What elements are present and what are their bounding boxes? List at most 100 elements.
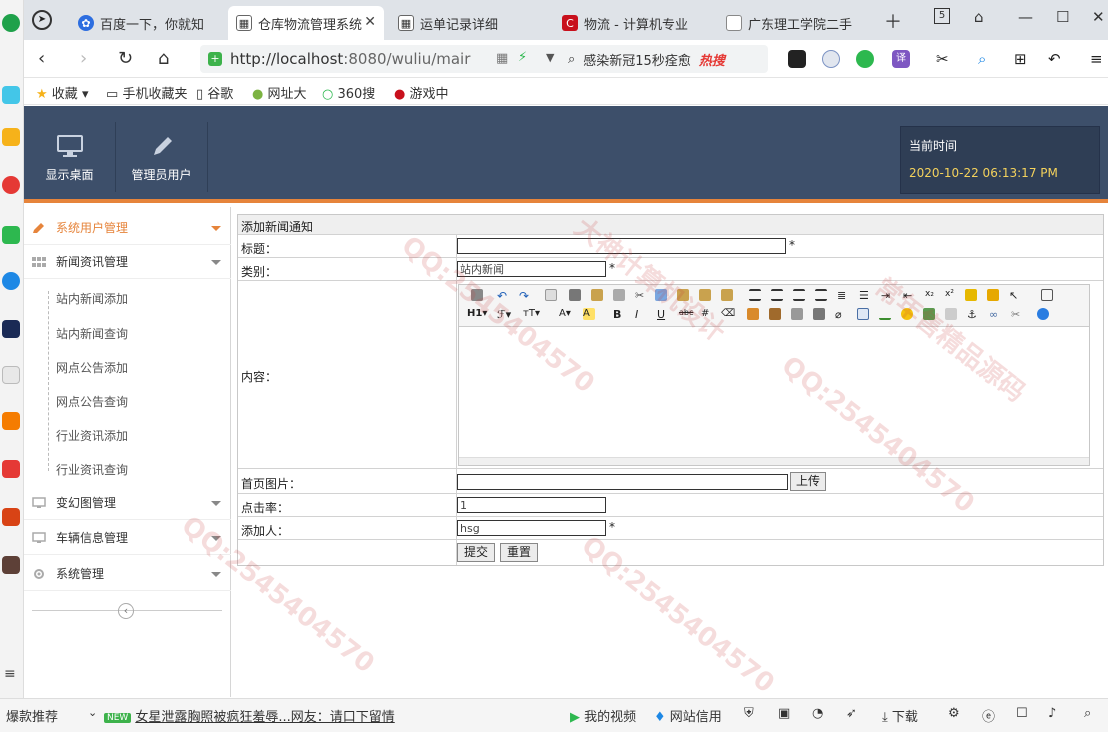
format-painter-icon[interactable]: [987, 289, 999, 301]
close-icon[interactable]: ✕: [364, 14, 376, 30]
menu-group-system-users[interactable]: 系统用户管理: [24, 211, 231, 245]
author-input[interactable]: [457, 520, 606, 536]
tab-baidu[interactable]: ✿ 百度一下，你就知: [70, 6, 222, 40]
editor-content-area[interactable]: [459, 328, 1089, 457]
site-credit-link[interactable]: ♦ 网站信用: [654, 706, 722, 725]
paste-text-icon[interactable]: [699, 289, 711, 301]
submenu-news-add[interactable]: 站内新闻添加: [56, 290, 128, 307]
show-desktop-button[interactable]: 显示桌面: [24, 122, 116, 192]
extension-icon[interactable]: [856, 50, 874, 68]
source-icon[interactable]: [471, 289, 483, 301]
help-icon[interactable]: [1037, 308, 1049, 320]
tab-count-badge[interactable]: 5: [934, 8, 950, 24]
menu-icon[interactable]: ≡: [4, 666, 16, 682]
site-security-icon[interactable]: +: [208, 52, 222, 66]
news-icon[interactable]: [2, 412, 20, 430]
bookmark-games[interactable]: ● 游戏中: [394, 83, 449, 102]
bookmark-google[interactable]: ▯ 谷歌: [196, 83, 233, 102]
superscript-icon[interactable]: x²: [945, 289, 957, 301]
shirt-icon[interactable]: ⌂: [974, 8, 984, 26]
home-icon[interactable]: ⌂: [158, 48, 169, 69]
attachment-icon[interactable]: ⌀: [835, 308, 847, 321]
menu-group-system[interactable]: 系统管理: [24, 557, 231, 591]
game-icon[interactable]: [2, 556, 20, 574]
align-right-icon[interactable]: [793, 289, 805, 301]
grid-icon[interactable]: ⊞: [1014, 50, 1032, 68]
multi-image-icon[interactable]: [769, 308, 781, 320]
shop-icon[interactable]: [2, 460, 20, 478]
image-icon[interactable]: [747, 308, 759, 320]
heading-icon[interactable]: H1▾: [467, 308, 491, 320]
bookmark-favorites[interactable]: ★ 收藏 ▾: [36, 83, 88, 102]
align-left-icon[interactable]: [749, 289, 761, 301]
bullet-list-icon[interactable]: ☰: [859, 289, 871, 302]
browser-icon[interactable]: ⓔ: [982, 706, 995, 725]
outdent-icon[interactable]: ⇤: [903, 289, 915, 302]
paste-icon[interactable]: [677, 289, 689, 301]
search-box[interactable]: ⌕ 感染新冠15秒痊愈 热搜: [560, 45, 768, 73]
weibo-icon[interactable]: [2, 176, 20, 194]
font-size-icon[interactable]: тT▾: [523, 308, 545, 320]
bookmark-360[interactable]: ○ 360搜: [322, 83, 375, 102]
italic-icon[interactable]: I: [635, 308, 647, 321]
submenu-notice-query[interactable]: 网点公告查询: [56, 393, 128, 410]
anchor-icon[interactable]: ⚓: [967, 308, 979, 321]
qr-icon[interactable]: ▦: [496, 51, 508, 66]
map-icon[interactable]: [923, 308, 935, 320]
upload-button[interactable]: 上传: [790, 472, 826, 491]
menu-group-slideshow[interactable]: 变幻图管理: [24, 486, 231, 520]
zoom-icon[interactable]: ⌕: [978, 50, 996, 68]
download-link[interactable]: ⤓ 下载: [882, 706, 918, 725]
tab-csdn[interactable]: C 物流 - 计算机专业: [554, 6, 710, 40]
sound-icon[interactable]: ♪: [1048, 706, 1056, 721]
chevron-down-icon[interactable]: ⌄: [88, 706, 97, 719]
image-icon[interactable]: ▣: [778, 706, 790, 721]
mail-icon[interactable]: [2, 226, 20, 244]
star-icon[interactable]: [2, 128, 20, 146]
url-text[interactable]: http://localhost:8080/wuliu/mair: [230, 50, 470, 68]
select-all-icon[interactable]: ↖: [1009, 289, 1021, 302]
chevron-down-icon[interactable]: ▼: [546, 51, 554, 64]
clear-format-icon[interactable]: [965, 289, 977, 301]
fullscreen-icon[interactable]: [1041, 289, 1053, 301]
indent-icon[interactable]: ⇥: [881, 289, 893, 302]
tab-warehouse-system[interactable]: ▦ 仓库物流管理系统 ✕: [228, 6, 384, 40]
submit-button[interactable]: 提交: [457, 543, 495, 562]
zoom-icon[interactable]: ⌕: [1084, 706, 1091, 721]
reload-icon[interactable]: ↻: [118, 48, 133, 69]
undo-icon[interactable]: ↶: [497, 289, 509, 303]
extension-icon[interactable]: [788, 50, 806, 68]
browser-logo-icon[interactable]: [2, 14, 20, 32]
pagebreak-icon[interactable]: [945, 308, 957, 320]
font-family-icon[interactable]: ℱ▾: [497, 308, 511, 321]
note-icon[interactable]: [2, 366, 20, 384]
submenu-industry-query[interactable]: 行业资讯查询: [56, 461, 128, 478]
window-icon[interactable]: ☐: [1016, 706, 1028, 721]
copy-icon[interactable]: [655, 289, 667, 301]
bookmark-mobile[interactable]: ▭ 手机收藏夹: [106, 83, 187, 102]
link-icon[interactable]: ∞: [989, 308, 1001, 321]
menu-group-vehicles[interactable]: 车辆信息管理: [24, 521, 231, 555]
align-center-icon[interactable]: [771, 289, 783, 301]
undo-icon[interactable]: ↶: [1048, 50, 1066, 68]
news-icon[interactable]: [2, 320, 20, 338]
underline-icon[interactable]: U: [657, 308, 669, 321]
category-input[interactable]: [457, 261, 606, 277]
admin-user-button[interactable]: 管理员用户: [116, 122, 208, 192]
cut-icon[interactable]: ✂: [635, 289, 647, 302]
table-grid-icon[interactable]: #: [701, 308, 713, 320]
tab-gdlg[interactable]: 广东理工学院二手: [718, 6, 874, 40]
game-icon[interactable]: [2, 508, 20, 526]
reset-button[interactable]: 重置: [500, 543, 538, 562]
menu-icon[interactable]: ≡: [1090, 50, 1108, 68]
address-bar[interactable]: + http://localhost:8080/wuliu/mair ▦ ⚡ ▼: [200, 45, 568, 73]
flash-icon[interactable]: [791, 308, 803, 320]
media-icon[interactable]: [813, 308, 825, 320]
back-icon[interactable]: ‹: [38, 48, 45, 69]
minimize-icon[interactable]: —: [1018, 8, 1033, 26]
submenu-industry-add[interactable]: 行业资讯添加: [56, 427, 128, 444]
navigate-icon[interactable]: ➤: [32, 10, 52, 30]
print-icon[interactable]: [569, 289, 581, 301]
bold-icon[interactable]: B: [613, 308, 625, 321]
tab-waybill-detail[interactable]: ▦ 运单记录详细: [390, 6, 546, 40]
